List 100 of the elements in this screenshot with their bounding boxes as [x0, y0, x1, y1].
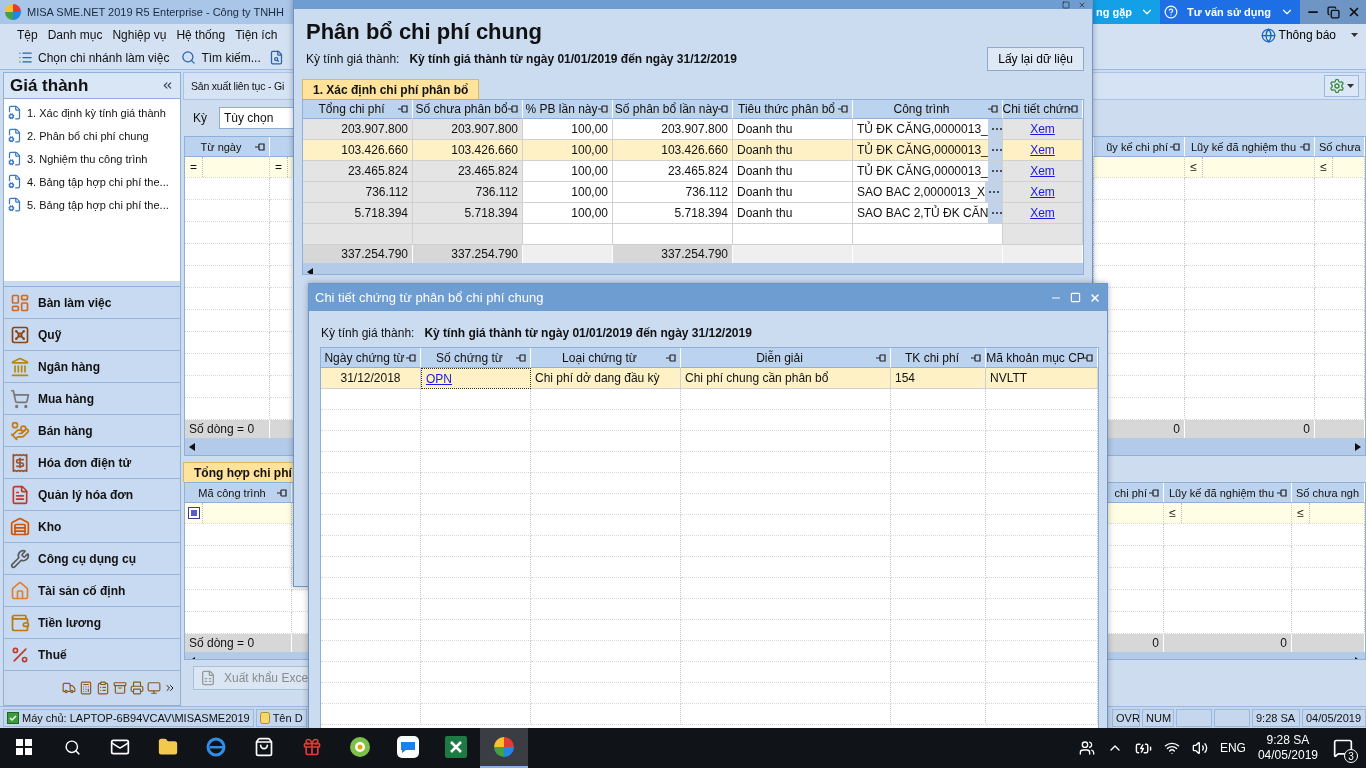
table-row[interactable]: 5.718.394 5.718.394 100,00 5.718.394 Doanh thu SAO BAC 2,TỦ ĐK CĂN Xem: [303, 203, 1083, 224]
column-header[interactable]: Số chưa phân bổ: [413, 100, 523, 119]
table-cell: 100,00: [523, 161, 613, 182]
column-header[interactable]: Tiêu thức phân bổ: [733, 100, 853, 119]
column-header[interactable]: % PB lần này: [523, 100, 613, 119]
column-header[interactable]: Chi tiết chứn: [1003, 100, 1083, 119]
table-row[interactable]: 203.907.800 203.907.800 100,00 203.907.800 Doanh thu TỦ ĐK CĂNG,0000013_ Xem: [303, 119, 1083, 140]
search-icon: [181, 50, 197, 65]
reload-button[interactable]: Lấy lại dữ liệu: [987, 47, 1084, 71]
file-search-icon[interactable]: [268, 50, 284, 65]
scroll-left-icon[interactable]: [307, 267, 313, 274]
table-cell: Chi phí chung cần phân bổ: [681, 368, 891, 389]
settings-icon: [1329, 78, 1345, 94]
menu-item[interactable]: Tệp: [12, 28, 43, 42]
truck-icon[interactable]: [62, 681, 76, 695]
period-dropdown[interactable]: Tùy chọn: [219, 107, 295, 129]
archive-icon[interactable]: [113, 681, 127, 695]
header-label: % PB lần này: [525, 102, 598, 116]
table-row[interactable]: 31/12/2018 OPN Chi phí dở dang đầu kỳ Chi phí chung cần phân bổ 154 NVLTT: [321, 368, 1098, 389]
column-header[interactable]: Từ ngày: [185, 137, 270, 157]
column-header[interactable]: Ngày chứng từ: [321, 348, 421, 368]
view-link[interactable]: Xem: [1030, 206, 1055, 220]
table-cell: Doanh thu: [733, 161, 853, 182]
pin-icon: [838, 105, 848, 113]
table-row[interactable]: 23.465.824 23.465.824 100,00 23.465.824 Doanh thu TỦ ĐK CĂNG,0000013_ Xem: [303, 161, 1083, 182]
menu-item[interactable]: Hệ thống: [171, 28, 231, 42]
circle-app-icon: [349, 736, 371, 758]
sidebar-item[interactable]: 5. Bảng tập hợp chi phí the...: [4, 193, 180, 216]
taskbar-app[interactable]: [480, 728, 528, 768]
notifications-button[interactable]: Thông báo: [1256, 27, 1362, 43]
column-header[interactable]: Công trình: [853, 100, 1003, 119]
more-button[interactable]: [987, 119, 1002, 139]
sidebar-item[interactable]: 3. Nghiệm thu công trình: [4, 147, 180, 170]
sidebar-item[interactable]: 1. Xác định kỳ tính giá thành: [4, 101, 180, 124]
row-count: Số dòng = 0: [185, 634, 292, 652]
close-icon[interactable]: [1078, 0, 1086, 9]
restore-icon[interactable]: [1326, 5, 1340, 19]
clipboard-icon[interactable]: [96, 681, 110, 695]
spreadsheet-icon: [445, 736, 467, 758]
gift-icon: [302, 737, 322, 757]
column-header[interactable]: Diễn giải: [681, 348, 891, 368]
table-row[interactable]: 736.112 736.112 100,00 736.112 Doanh thu SAO BAC 2,0000013_X Xem: [303, 182, 1083, 203]
bank-icon: [10, 356, 30, 377]
close-icon[interactable]: [1089, 291, 1101, 304]
column-header[interactable]: Lũy kế đã nghiệm thu: [1185, 137, 1315, 157]
period-value: Kỳ tính giá thành từ ngày 01/01/2019 đến ngày 31/12/2019: [424, 326, 752, 340]
toolbar-button[interactable]: Chọn chi nhánh làm việc: [14, 50, 174, 65]
column-header[interactable]: Mã khoản mục CP: [986, 348, 1098, 368]
column-header[interactable]: Mã công trình: [185, 483, 292, 503]
header-label: Số chưa ngh: [1296, 486, 1360, 499]
collapse-icon[interactable]: [161, 79, 174, 92]
voucher-link[interactable]: OPN: [426, 371, 452, 386]
header-label: Ngày chứng từ: [324, 350, 405, 365]
column-header[interactable]: Lũy kế đã nghiệm thu: [1164, 483, 1292, 503]
column-header[interactable]: ũy kế chi phí: [1094, 137, 1185, 157]
dialog-title: Chi tiết chứng từ phân bổ chi phí chung: [315, 290, 544, 305]
view-link[interactable]: Xem: [1030, 143, 1055, 157]
safe-icon: [10, 324, 30, 345]
sidebar-item[interactable]: 4. Bảng tập hợp chi phí the...: [4, 170, 180, 193]
language-indicator[interactable]: ENG: [1219, 741, 1246, 755]
toolbar-button[interactable]: Tìm kiếm...: [177, 50, 265, 65]
more-button[interactable]: [988, 203, 1002, 223]
header-label: TK chi phí: [905, 350, 959, 365]
view-link[interactable]: Xem: [1030, 185, 1055, 199]
header-tab[interactable]: Tư vấn sử dụng: [1160, 0, 1300, 24]
table-row[interactable]: 103.426.660 103.426.660 100,00 103.426.660 Doanh thu TỦ ĐK CĂNG,0000013_ Xem: [303, 140, 1083, 161]
clock[interactable]: 9:28 SA 04/05/2019: [1257, 733, 1318, 763]
menu-item[interactable]: Nghiệp vụ: [107, 28, 172, 42]
house-icon: [10, 580, 30, 601]
scroll-right-icon[interactable]: [1355, 442, 1361, 451]
more-button[interactable]: [987, 161, 1002, 181]
column-header[interactable]: Loại chứng từ: [531, 348, 681, 368]
column-header[interactable]: Số phân bổ lần này: [613, 100, 733, 119]
menu-item[interactable]: Danh mục: [42, 28, 108, 42]
header-label: Chi tiết chứn: [1003, 102, 1071, 116]
menu-item[interactable]: Tiện ích: [230, 28, 283, 42]
column-header[interactable]: Số chứng từ: [421, 348, 531, 368]
pin-icon: [988, 105, 998, 113]
view-link[interactable]: Xem: [1030, 164, 1055, 178]
header-label: Loại chứng từ: [562, 350, 637, 365]
status-server: Máy chủ: LAPTOP-6B94VCAV\MISASME2019: [3, 708, 254, 727]
column-header[interactable]: Tổng chi phí: [303, 100, 413, 119]
column-header[interactable]: Số chưa ngh: [1292, 483, 1365, 503]
column-header[interactable]: TK chi phí: [891, 348, 986, 368]
wifi-icon[interactable]: [1163, 740, 1180, 756]
people-icon[interactable]: [1078, 740, 1095, 756]
more-button[interactable]: [987, 140, 1002, 160]
dropdown-caret-icon: [1347, 84, 1354, 88]
file-gear-icon: [7, 128, 22, 143]
scroll-left-icon[interactable]: [189, 442, 195, 451]
more-icon[interactable]: [164, 682, 176, 694]
printer-icon[interactable]: [130, 681, 144, 695]
calculator-icon[interactable]: [79, 681, 93, 695]
sidebar-item[interactable]: 2. Phân bổ chi phí chung: [4, 124, 180, 147]
table-cell: 203.907.800: [303, 119, 413, 140]
more-button[interactable]: [985, 182, 1002, 202]
tab[interactable]: 1. Xác định chi phí phân bổ: [302, 79, 480, 99]
speaker-icon[interactable]: [1191, 740, 1208, 756]
settings-button[interactable]: [1324, 75, 1359, 97]
view-link[interactable]: Xem: [1030, 122, 1055, 136]
